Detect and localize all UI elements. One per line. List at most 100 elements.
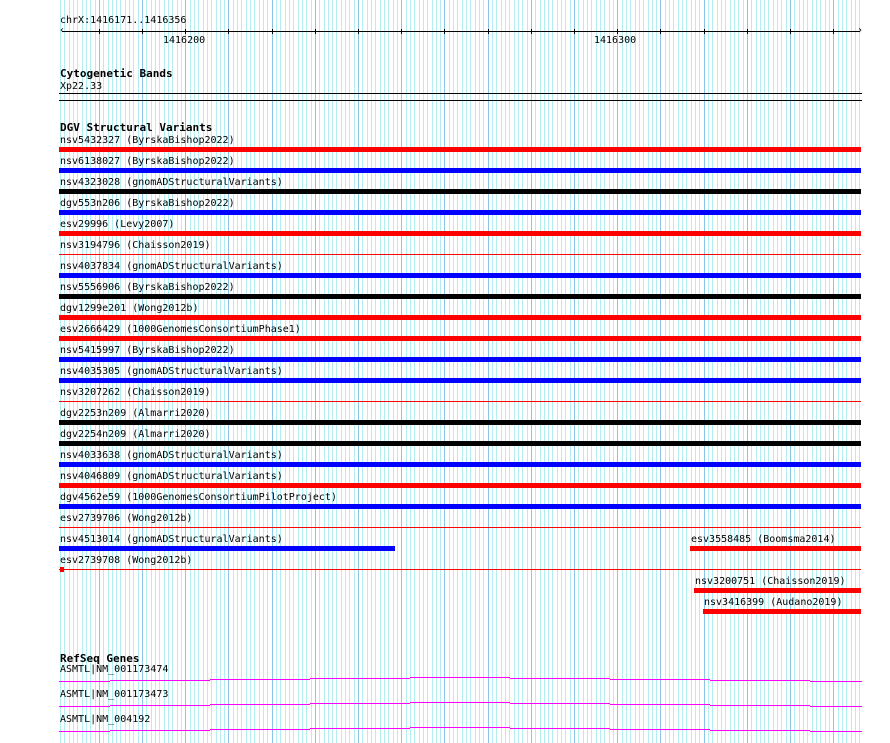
gene-model-segment[interactable] bbox=[810, 706, 862, 707]
dgv-feature-label[interactable]: nsv6138027 (ByrskaBishop2022) bbox=[60, 156, 235, 167]
ruler-tick bbox=[185, 29, 186, 34]
dgv-feature-label[interactable]: nsv4037834 (gnomADStructuralVariants) bbox=[60, 261, 283, 272]
grid-line bbox=[509, 0, 510, 743]
gene-model-segment[interactable] bbox=[610, 729, 710, 730]
gene-model-segment[interactable] bbox=[510, 678, 610, 679]
dgv-feature-label[interactable]: esv29996 (Levy2007) bbox=[60, 219, 174, 230]
dgv-feature-label[interactable]: nsv4323028 (gnomADStructuralVariants) bbox=[60, 177, 283, 188]
dgv-feature-bar[interactable] bbox=[59, 546, 395, 551]
dgv-feature-label[interactable]: dgv2253n209 (Almarri2020) bbox=[60, 408, 211, 419]
dgv-feature-bar[interactable] bbox=[703, 609, 861, 614]
dgv-feature-block[interactable] bbox=[60, 567, 64, 572]
grid-line bbox=[505, 0, 506, 743]
gene-label[interactable]: ASMTL|NM_004192 bbox=[60, 714, 150, 725]
dgv-feature-label[interactable]: dgv553n206 (ByrskaBishop2022) bbox=[60, 198, 235, 209]
gene-model-segment[interactable] bbox=[110, 680, 210, 681]
gene-model-segment[interactable] bbox=[710, 730, 810, 731]
gene-model-segment[interactable] bbox=[710, 680, 810, 681]
dgv-feature-label[interactable]: esv3558485 (Boomsma2014) bbox=[691, 534, 836, 545]
dgv-feature-label[interactable]: nsv4046809 (gnomADStructuralVariants) bbox=[60, 471, 283, 482]
dgv-feature-bar[interactable] bbox=[59, 504, 861, 509]
dgv-feature-bar[interactable] bbox=[59, 254, 861, 255]
dgv-feature-label[interactable]: nsv4513014 (gnomADStructuralVariants) bbox=[60, 534, 283, 545]
dgv-feature-bar[interactable] bbox=[59, 294, 861, 299]
dgv-feature-label[interactable]: nsv3194796 (Chaisson2019) bbox=[60, 240, 211, 251]
gene-model-segment[interactable] bbox=[110, 705, 210, 706]
gene-model-segment[interactable] bbox=[59, 706, 110, 707]
dgv-feature-bar[interactable] bbox=[59, 231, 861, 236]
dgv-feature-label[interactable]: nsv5432327 (ByrskaBishop2022) bbox=[60, 135, 235, 146]
gene-model-segment[interactable] bbox=[410, 727, 510, 728]
gene-model-segment[interactable] bbox=[610, 679, 710, 680]
dgv-feature-bar[interactable] bbox=[59, 315, 861, 320]
gene-model-segment[interactable] bbox=[210, 679, 310, 680]
dgv-feature-bar[interactable] bbox=[59, 378, 861, 383]
gene-model-segment[interactable] bbox=[310, 728, 410, 729]
grid-line bbox=[349, 0, 350, 743]
dgv-feature-bar[interactable] bbox=[59, 357, 861, 362]
dgv-feature-label[interactable]: dgv1299e201 (Wong2012b) bbox=[60, 303, 198, 314]
ruler-left-arrow-icon[interactable]: ‹ bbox=[59, 25, 65, 36]
gene-label[interactable]: ASMTL|NM_001173474 bbox=[60, 664, 168, 675]
grid-line bbox=[302, 0, 303, 743]
dgv-feature-bar[interactable] bbox=[59, 336, 861, 341]
dgv-feature-bar[interactable] bbox=[59, 189, 861, 194]
gene-model-segment[interactable] bbox=[310, 703, 410, 704]
grid-line bbox=[786, 0, 787, 743]
gene-model-segment[interactable] bbox=[310, 678, 410, 679]
gene-model-segment[interactable] bbox=[710, 705, 810, 706]
gene-model-segment[interactable] bbox=[510, 703, 610, 704]
dgv-feature-bar[interactable] bbox=[59, 462, 861, 467]
grid-line bbox=[289, 0, 290, 743]
dgv-feature-label[interactable]: esv2739706 (Wong2012b) bbox=[60, 513, 192, 524]
dgv-feature-label[interactable]: nsv3416399 (Audano2019) bbox=[704, 597, 842, 608]
gene-model-segment[interactable] bbox=[110, 730, 210, 731]
gene-model-segment[interactable] bbox=[210, 704, 310, 705]
gene-model-segment[interactable] bbox=[59, 681, 110, 682]
grid-line bbox=[324, 0, 325, 743]
grid-line bbox=[354, 0, 355, 743]
grid-line bbox=[609, 0, 610, 743]
dgv-feature-label[interactable]: nsv4033638 (gnomADStructuralVariants) bbox=[60, 450, 283, 461]
ruler-tick bbox=[790, 29, 791, 34]
grid-line bbox=[453, 0, 454, 743]
dgv-feature-label[interactable]: esv2666429 (1000GenomesConsortiumPhase1) bbox=[60, 324, 301, 335]
grid-line bbox=[613, 0, 614, 743]
gene-model-segment[interactable] bbox=[410, 677, 510, 678]
grid-line bbox=[475, 0, 476, 743]
dgv-feature-bar[interactable] bbox=[59, 210, 861, 215]
dgv-feature-bar[interactable] bbox=[59, 147, 861, 152]
grid-line bbox=[691, 0, 692, 743]
dgv-feature-label[interactable]: nsv4035305 (gnomADStructuralVariants) bbox=[60, 366, 283, 377]
dgv-feature-label[interactable]: nsv5556906 (ByrskaBishop2022) bbox=[60, 282, 235, 293]
dgv-feature-label[interactable]: dgv2254n209 (Almarri2020) bbox=[60, 429, 211, 440]
dgv-feature-bar[interactable] bbox=[59, 273, 861, 278]
gene-model-segment[interactable] bbox=[410, 702, 510, 703]
grid-line bbox=[859, 0, 860, 743]
dgv-feature-bar[interactable] bbox=[59, 527, 861, 528]
gene-model-segment[interactable] bbox=[59, 731, 110, 732]
dgv-feature-bar[interactable] bbox=[59, 168, 861, 173]
dgv-feature-label[interactable]: nsv5415997 (ByrskaBishop2022) bbox=[60, 345, 235, 356]
dgv-feature-bar[interactable] bbox=[59, 569, 861, 570]
ruler-right-arrow-icon[interactable]: › bbox=[857, 25, 863, 36]
gene-model-segment[interactable] bbox=[210, 729, 310, 730]
dgv-feature-label[interactable]: dgv4562e59 (1000GenomesConsortiumPilotPr… bbox=[60, 492, 337, 503]
dgv-feature-bar[interactable] bbox=[59, 483, 861, 488]
grid-line bbox=[712, 0, 713, 743]
gene-model-segment[interactable] bbox=[810, 681, 862, 682]
gene-model-segment[interactable] bbox=[510, 728, 610, 729]
gene-label[interactable]: ASMTL|NM_001173473 bbox=[60, 689, 168, 700]
dgv-feature-bar[interactable] bbox=[59, 420, 861, 425]
dgv-feature-label[interactable]: nsv3200751 (Chaisson2019) bbox=[695, 576, 846, 587]
dgv-feature-label[interactable]: esv2739708 (Wong2012b) bbox=[60, 555, 192, 566]
dgv-feature-bar[interactable] bbox=[59, 441, 861, 446]
cytoband-label[interactable]: Xp22.33 bbox=[60, 81, 102, 92]
gene-model-segment[interactable] bbox=[610, 704, 710, 705]
gene-model-segment[interactable] bbox=[810, 731, 862, 732]
grid-line bbox=[738, 0, 739, 743]
dgv-feature-bar[interactable] bbox=[694, 588, 861, 593]
dgv-feature-bar[interactable] bbox=[59, 401, 861, 402]
dgv-feature-bar[interactable] bbox=[690, 546, 861, 551]
dgv-feature-label[interactable]: nsv3207262 (Chaisson2019) bbox=[60, 387, 211, 398]
